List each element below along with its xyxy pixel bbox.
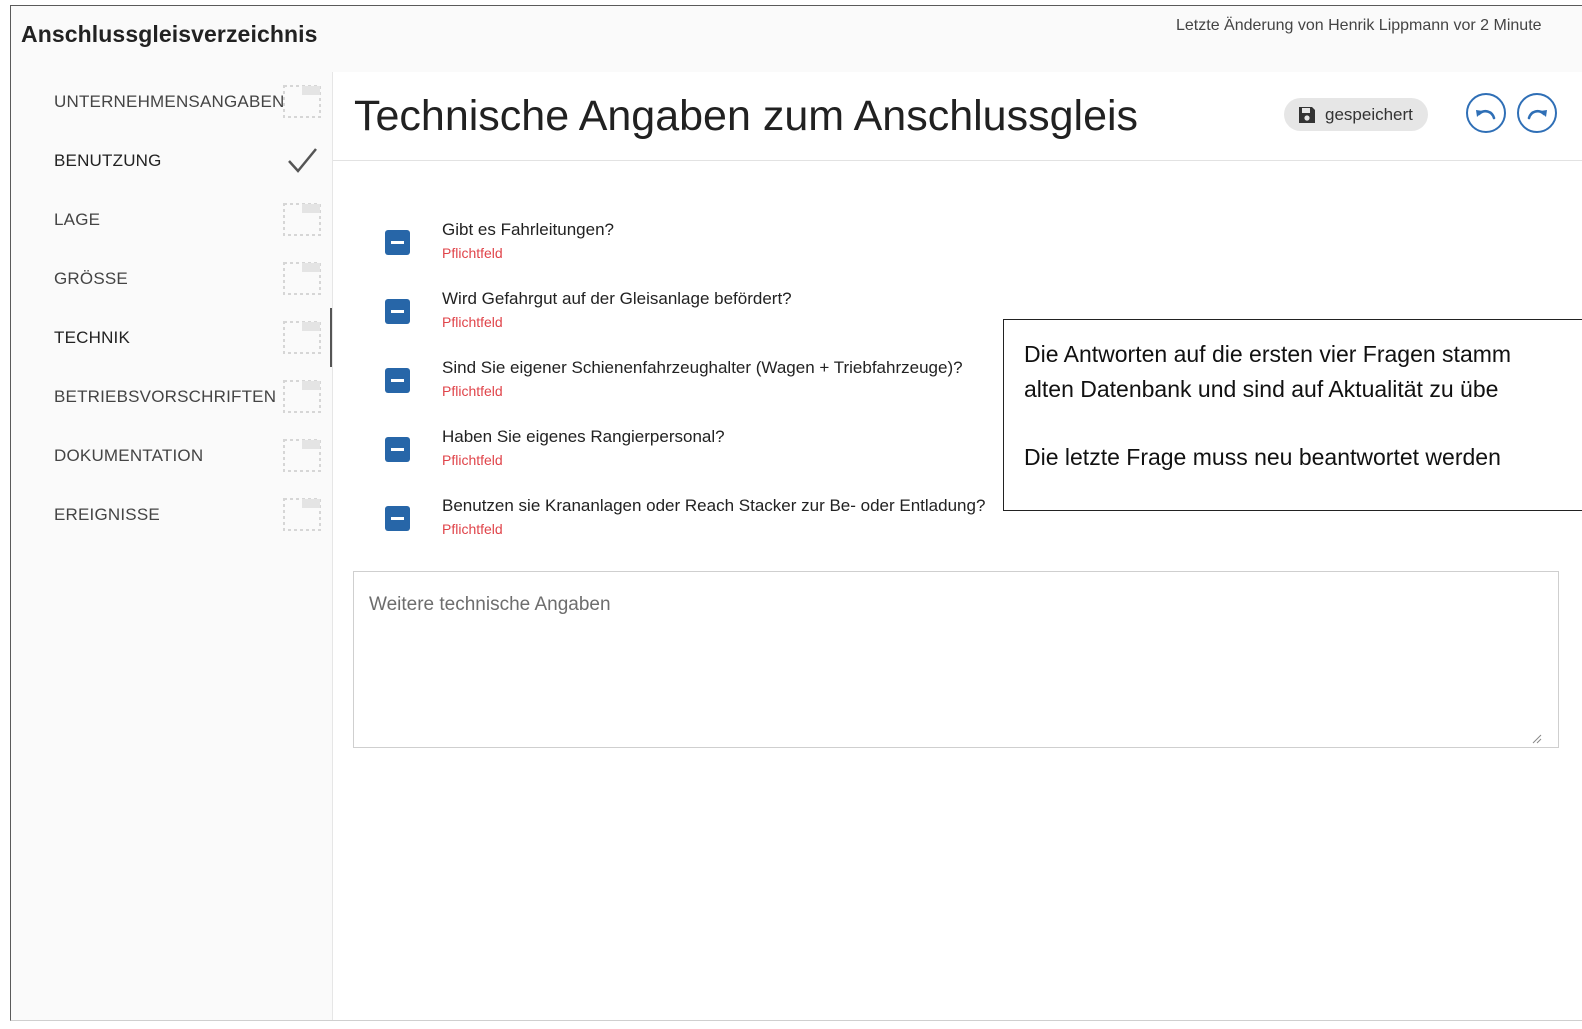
sidebar-item-label: TECHNIK (54, 328, 131, 347)
further-technical-details-input[interactable] (353, 571, 1559, 748)
pending-icon (283, 321, 321, 354)
question-item: Gibt es Fahrleitungen? Pflichtfeld (385, 220, 1025, 270)
required-hint: Pflichtfeld (442, 521, 503, 537)
question-item: Benutzen sie Krananlagen oder Reach Stac… (385, 496, 1025, 546)
question-item: Wird Gefahrgut auf der Gleisanlage beför… (385, 289, 1025, 339)
note-line: alten Datenbank und sind auf Aktualität … (1024, 376, 1499, 402)
question-text: Haben Sie eigenes Rangierpersonal? (442, 427, 725, 446)
app-window: Anschlussgleisverzeichnis Letzte Änderun… (10, 5, 1582, 1021)
pending-icon (283, 85, 321, 118)
question-toggle-button[interactable] (385, 437, 410, 462)
sidebar-item-label: DOKUMENTATION (54, 446, 204, 465)
pending-icon (283, 262, 321, 295)
question-toggle-button[interactable] (385, 299, 410, 324)
sidebar-item-label: BENUTZUNG (54, 151, 162, 170)
sidebar-item-betriebsvorschriften[interactable]: BETRIEBSVORSCHRIFTEN (11, 367, 332, 426)
pending-icon (283, 439, 321, 472)
note-line: Die letzte Frage muss neu beantwortet we… (1024, 444, 1501, 470)
question-text: Benutzen sie Krananlagen oder Reach Stac… (442, 496, 986, 515)
page-title: Technische Angaben zum Anschlussgleis (354, 92, 1139, 140)
sidebar-item-label: LAGE (54, 210, 101, 229)
sidebar-item-label: UNTERNEHMENSANGABEN (54, 92, 285, 111)
required-hint: Pflichtfeld (442, 383, 503, 399)
main-panel: Technische Angaben zum Anschlussgleis ge… (332, 72, 1582, 1020)
question-text: Wird Gefahrgut auf der Gleisanlage beför… (442, 289, 792, 308)
sidebar-item-ereignisse[interactable]: EREIGNISSE (11, 485, 332, 544)
header-divider (333, 160, 1582, 161)
undo-icon (1476, 109, 1496, 120)
note-line: Die Antworten auf die ersten vier Fragen… (1024, 341, 1512, 367)
resize-grip-icon[interactable] (1532, 734, 1542, 744)
question-toggle-button[interactable] (385, 506, 410, 531)
question-text: Gibt es Fahrleitungen? (442, 220, 614, 239)
pending-icon (283, 498, 321, 531)
required-hint: Pflichtfeld (442, 452, 503, 468)
sidebar-item-label: EREIGNISSE (54, 505, 160, 524)
pending-icon (283, 203, 321, 236)
annotation-note: Die Antworten auf die ersten vier Fragen… (1003, 319, 1582, 511)
question-item: Haben Sie eigenes Rangierpersonal? Pflic… (385, 427, 1025, 477)
redo-icon (1527, 109, 1547, 120)
required-hint: Pflichtfeld (442, 314, 503, 330)
question-toggle-button[interactable] (385, 230, 410, 255)
sidebar-item-technik[interactable]: TECHNIK (11, 308, 332, 367)
sidebar-item-dokumentation[interactable]: DOKUMENTATION (11, 426, 332, 485)
pending-icon (283, 380, 321, 413)
saved-status-badge: gespeichert (1284, 98, 1428, 131)
required-hint: Pflichtfeld (442, 245, 503, 261)
sidebar-item-benutzung[interactable]: BENUTZUNG (11, 131, 332, 190)
saved-status-label: gespeichert (1325, 104, 1413, 124)
sidebar-item-label: GRÖSSE (54, 269, 128, 288)
sidebar-item-lage[interactable]: LAGE (11, 190, 332, 249)
question-item: Sind Sie eigener Schienenfahrzeughalter … (385, 358, 1025, 408)
redo-button[interactable] (1517, 93, 1557, 133)
sidebar-item-label: BETRIEBSVORSCHRIFTEN (54, 387, 277, 406)
floppy-disk-icon (1299, 106, 1315, 123)
sidebar-item-groesse[interactable]: GRÖSSE (11, 249, 332, 308)
undo-button[interactable] (1466, 93, 1506, 133)
question-text: Sind Sie eigener Schienenfahrzeughalter … (442, 358, 963, 377)
sidebar-item-unternehmensangaben[interactable]: UNTERNEHMENSANGABEN (11, 72, 332, 131)
question-toggle-button[interactable] (385, 368, 410, 393)
last-change-info: Letzte Änderung von Henrik Lippmann vor … (1176, 17, 1542, 34)
checkmark-icon (288, 148, 317, 173)
app-title: Anschlussgleisverzeichnis (21, 21, 318, 47)
